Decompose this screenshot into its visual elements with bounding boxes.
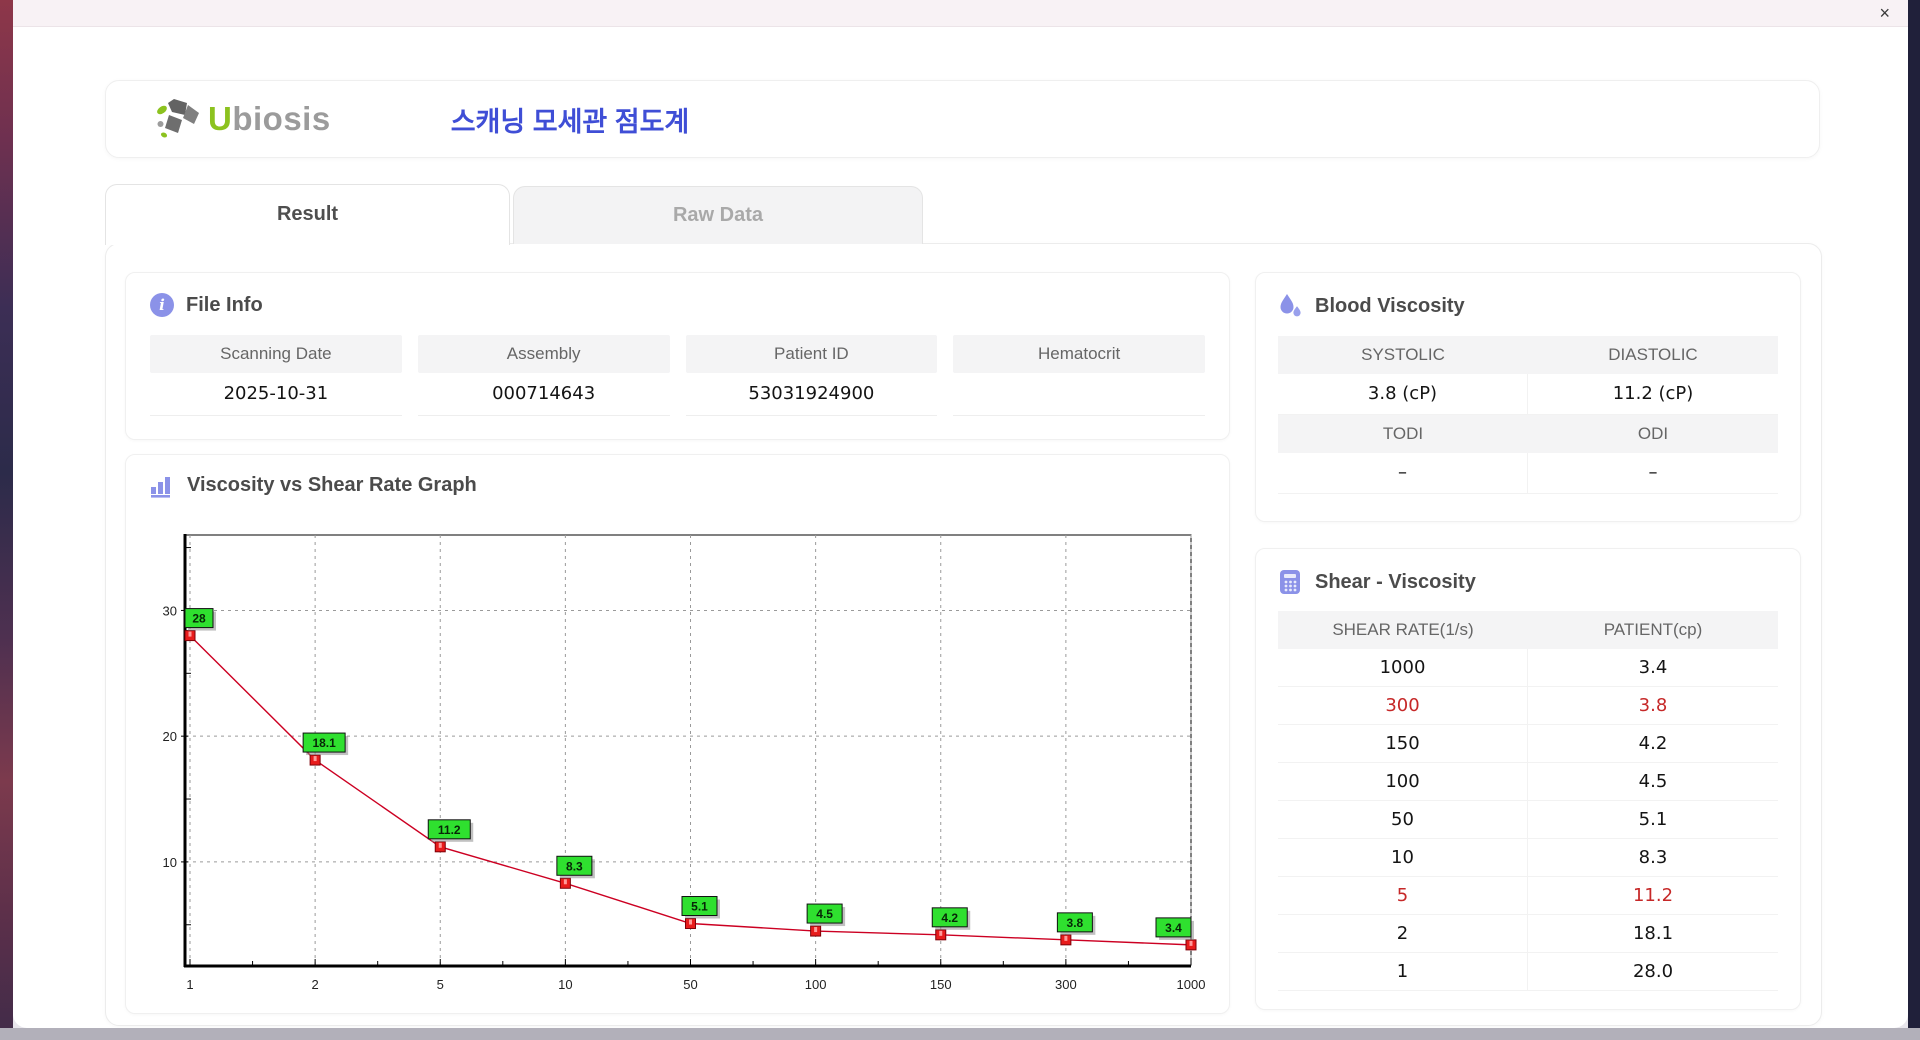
calculator-icon [1280, 570, 1300, 594]
column-header-patient: PATIENT(cp) [1528, 611, 1778, 649]
viscosity-plot: 1 2 5 10 50 100 150 300 1000 10 20 30 28 18.1 11.2 8.3 5… [163, 534, 1206, 992]
main-window: Ubiosis 스캐닝 모세관 점도계 Result Raw Data i Fi… [13, 26, 1908, 1028]
blood-viscosity-title-row: Blood Viscosity [1278, 293, 1778, 320]
window-close-button[interactable]: × [1879, 2, 1890, 24]
background-bottom-strip [0, 1028, 1920, 1040]
field-value [953, 373, 1205, 416]
svg-text:1: 1 [186, 977, 193, 992]
svg-text:1000: 1000 [1177, 977, 1206, 992]
column-header: ODI [1528, 415, 1778, 453]
shear-viscosity-table: SHEAR RATE(1/s) PATIENT(cp) 1000 3.4 300… [1278, 611, 1778, 991]
svg-text:50: 50 [683, 977, 697, 992]
shear-rate-cell: 2 [1278, 915, 1528, 953]
column-header: SYSTOLIC [1278, 336, 1528, 374]
shear-rate-cell: 50 [1278, 801, 1528, 839]
file-info-field-scanning-date: Scanning Date 2025-10-31 [150, 335, 402, 416]
patient-cell: 4.2 [1528, 725, 1778, 763]
patient-cell: 3.8 [1528, 687, 1778, 725]
svg-text:10: 10 [163, 855, 177, 870]
app-header: Ubiosis 스캐닝 모세관 점도계 [105, 80, 1820, 158]
file-info-title: File Info [186, 293, 263, 316]
svg-text:3.4: 3.4 [1165, 921, 1182, 935]
field-label: Assembly [417, 335, 670, 373]
field-value: 2025-10-31 [150, 373, 402, 416]
diastolic-value: 11.2 (cP) [1528, 374, 1778, 415]
bar-chart-icon [151, 477, 170, 498]
svg-text:4.2: 4.2 [941, 911, 958, 925]
patient-cell: 8.3 [1528, 839, 1778, 877]
blood-viscosity-card: Blood Viscosity SYSTOLIC DIASTOLIC 3.8 (… [1255, 272, 1801, 522]
patient-cell: 5.1 [1528, 801, 1778, 839]
shear-viscosity-title-row: Shear - Viscosity [1278, 569, 1778, 595]
column-header: DIASTOLIC [1528, 336, 1778, 374]
tab-result[interactable]: Result [105, 184, 510, 245]
field-label: Hematocrit [953, 335, 1205, 373]
graph-title: Viscosity vs Shear Rate Graph [187, 474, 477, 496]
patient-cell: 18.1 [1528, 915, 1778, 953]
patient-cell: 28.0 [1528, 953, 1778, 991]
field-label: Scanning Date [150, 335, 402, 373]
shear-rate-cell: 100 [1278, 763, 1528, 801]
svg-text:4.5: 4.5 [816, 907, 833, 921]
svg-text:30: 30 [163, 603, 177, 618]
file-info-field-assembly: Assembly 000714643 [417, 335, 670, 416]
svg-text:18.1: 18.1 [312, 736, 336, 750]
odi-value: – [1528, 453, 1778, 494]
svg-text:3.8: 3.8 [1067, 916, 1084, 930]
shear-rate-cell: 150 [1278, 725, 1528, 763]
patient-cell: 3.4 [1528, 649, 1778, 687]
shear-rate-cell: 5 [1278, 877, 1528, 915]
field-value: 000714643 [417, 373, 670, 416]
field-label: Patient ID [685, 335, 938, 373]
svg-text:300: 300 [1055, 977, 1077, 992]
file-info-title-row: i File Info [150, 293, 1205, 317]
column-header-shear-rate: SHEAR RATE(1/s) [1278, 611, 1528, 649]
background-left-band [0, 0, 13, 1028]
info-icon: i [150, 293, 174, 317]
graph-title-row: Viscosity vs Shear Rate Graph [150, 473, 477, 498]
svg-text:5.1: 5.1 [691, 900, 708, 914]
shear-rate-cell: 10 [1278, 839, 1528, 877]
svg-text:10: 10 [558, 977, 572, 992]
blood-viscosity-table: SYSTOLIC DIASTOLIC 3.8 (cP) 11.2 (cP) TO… [1278, 336, 1778, 494]
file-info-card: i File Info Scanning Date 2025-10-31 Ass… [125, 272, 1230, 440]
field-value: 53031924900 [685, 373, 938, 416]
patient-cell: 4.5 [1528, 763, 1778, 801]
todi-value: – [1278, 453, 1528, 494]
svg-text:20: 20 [163, 729, 177, 744]
systolic-value: 3.8 (cP) [1278, 374, 1528, 415]
file-info-fields: Scanning Date 2025-10-31 Assembly 000714… [150, 335, 1205, 416]
background-right-band [1908, 0, 1920, 1028]
shear-rate-cell: 1000 [1278, 649, 1528, 687]
svg-text:11.2: 11.2 [438, 823, 461, 837]
svg-text:100: 100 [805, 977, 827, 992]
brand-logo: Ubiosis [154, 97, 331, 141]
blood-viscosity-title: Blood Viscosity [1315, 295, 1465, 317]
svg-text:150: 150 [930, 977, 952, 992]
shear-rate-cell: 300 [1278, 687, 1528, 725]
window-title-bar: × [13, 0, 1908, 27]
app-subtitle: 스캐닝 모세관 점도계 [450, 106, 690, 137]
viscosity-graph-card: 1 2 5 10 50 100 150 300 1000 10 20 30 28 18.1 11.2 8.3 5… [125, 454, 1230, 1014]
patient-cell: 11.2 [1528, 877, 1778, 915]
water-drops-icon [1280, 294, 1301, 317]
file-info-field-hematocrit: Hematocrit [953, 335, 1205, 416]
brand-title: Ubiosis [208, 100, 331, 137]
svg-text:5: 5 [437, 977, 444, 992]
svg-text:28: 28 [192, 612, 206, 626]
file-info-field-patient-id: Patient ID 53031924900 [685, 335, 938, 416]
svg-text:2: 2 [312, 977, 319, 992]
column-header: TODI [1278, 415, 1528, 453]
svg-text:8.3: 8.3 [566, 859, 583, 873]
brand-logo-icon [157, 99, 199, 138]
shear-rate-cell: 1 [1278, 953, 1528, 991]
shear-viscosity-title: Shear - Viscosity [1315, 570, 1476, 593]
shear-viscosity-card: Shear - Viscosity SHEAR RATE(1/s) PATIEN… [1255, 548, 1801, 1010]
tab-raw-data[interactable]: Raw Data [513, 186, 923, 244]
